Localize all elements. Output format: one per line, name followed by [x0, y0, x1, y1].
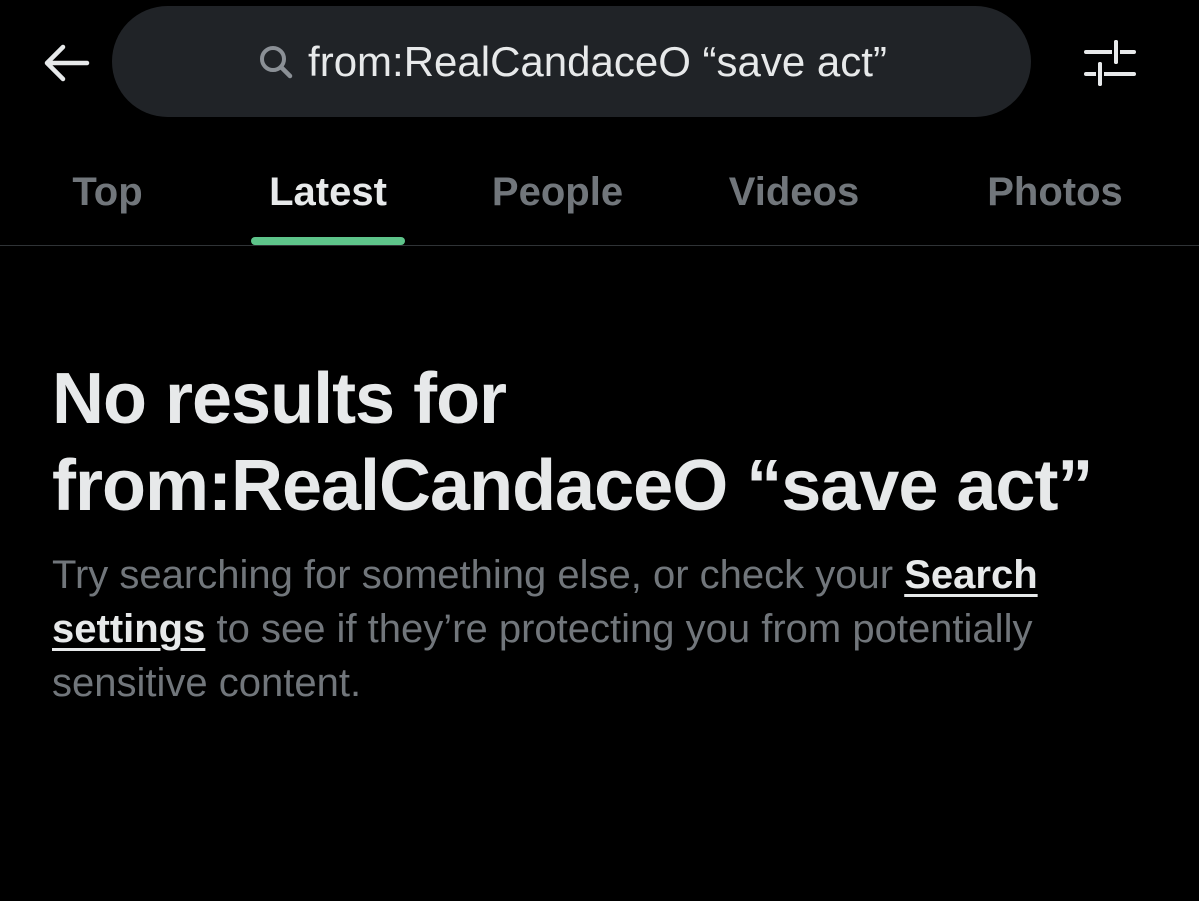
search-query-text: from:RealCandaceO “save act”	[308, 37, 887, 85]
tab-photos[interactable]: Photos	[965, 140, 1145, 244]
tab-videos[interactable]: Videos	[705, 140, 883, 244]
tab-top[interactable]: Top	[40, 140, 175, 244]
empty-state-message: Try searching for something else, or che…	[52, 548, 1147, 710]
empty-state: No results for from:RealCandaceO “save a…	[52, 356, 1152, 710]
empty-state-title: No results for from:RealCandaceO “save a…	[52, 359, 1093, 526]
sliders-icon	[1084, 40, 1136, 86]
search-input[interactable]: from:RealCandaceO “save act”	[112, 6, 1031, 117]
search-tabs: Top Latest People Videos Photos	[0, 140, 1199, 246]
search-icon	[256, 42, 296, 82]
empty-state-text-before: Try searching for something else, or che…	[52, 553, 905, 597]
search-results-screen: from:RealCandaceO “save act” Top Latest …	[0, 0, 1199, 901]
back-button[interactable]	[36, 38, 96, 88]
search-header: from:RealCandaceO “save act”	[0, 0, 1199, 130]
active-tab-indicator	[251, 237, 405, 245]
arrow-left-icon	[44, 44, 90, 82]
search-filter-button[interactable]	[1080, 36, 1140, 90]
tab-latest[interactable]: Latest	[240, 140, 416, 244]
tab-people[interactable]: People	[470, 140, 645, 244]
search-input-content: from:RealCandaceO “save act”	[256, 38, 887, 86]
